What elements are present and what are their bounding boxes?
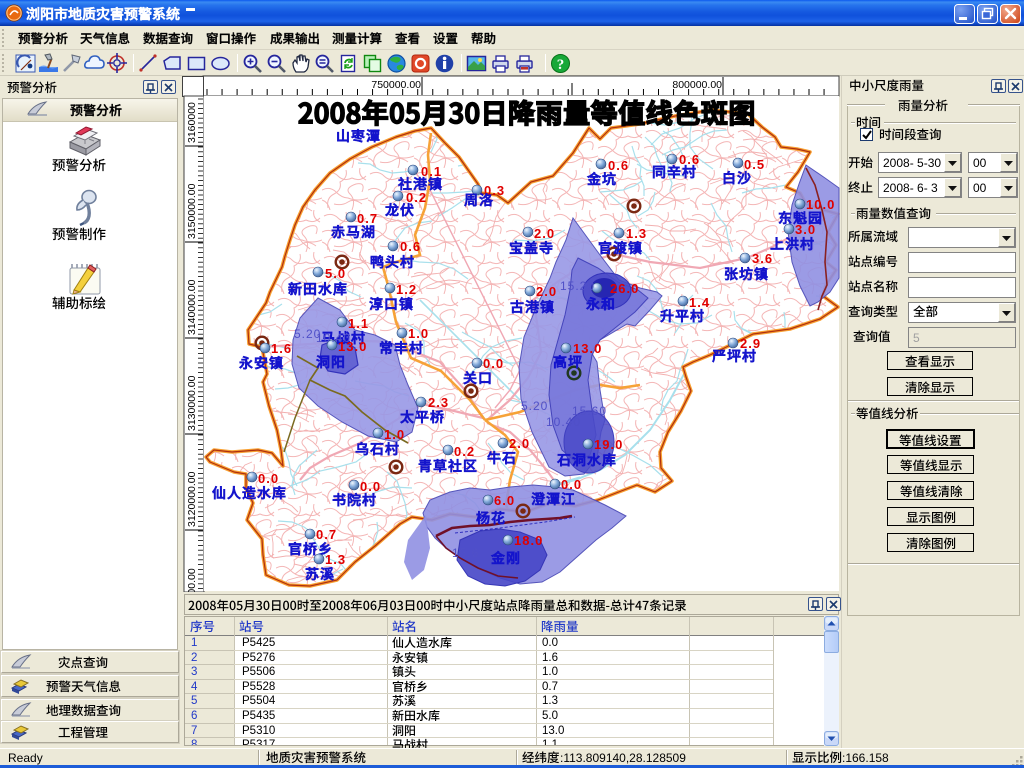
svg-text:2.3: 2.3	[428, 395, 449, 410]
svg-text:1.0: 1.0	[384, 427, 405, 442]
svg-text:6.0: 6.0	[494, 493, 515, 508]
svg-text:1.3: 1.3	[325, 552, 346, 567]
svg-text:18.0: 18.0	[514, 533, 543, 548]
svg-text:0.6: 0.6	[679, 152, 700, 167]
svg-text:10.0: 10.0	[806, 197, 835, 212]
svg-text:15.60: 15.60	[572, 404, 607, 418]
svg-text:15.20: 15.20	[560, 279, 595, 293]
svg-text:5.20: 5.20	[294, 327, 321, 341]
svg-text:3.0: 3.0	[795, 222, 816, 237]
svg-text:0.2: 0.2	[454, 444, 475, 459]
svg-text:800000.00: 800000.00	[672, 79, 722, 91]
svg-text:0.5: 0.5	[744, 157, 765, 172]
svg-text:10.40: 10.40	[546, 415, 581, 429]
svg-text:19.0: 19.0	[594, 437, 623, 452]
svg-text:15.6: 15.6	[452, 546, 479, 560]
svg-text:0.6: 0.6	[608, 158, 629, 173]
svg-text:3150000.00: 3150000.00	[186, 183, 198, 239]
svg-text:0.2: 0.2	[406, 190, 427, 205]
svg-text:0.3: 0.3	[484, 183, 505, 198]
svg-text:26.0: 26.0	[610, 281, 639, 296]
svg-text:0.6: 0.6	[400, 239, 421, 254]
svg-text:750000.00: 750000.00	[371, 79, 421, 91]
svg-text:1.2: 1.2	[396, 282, 417, 297]
svg-text:0.1: 0.1	[421, 164, 442, 179]
svg-text:?: ?	[557, 57, 565, 73]
svg-text:13.0: 13.0	[338, 339, 367, 354]
svg-text:0.7: 0.7	[316, 527, 337, 542]
svg-text:0.0: 0.0	[561, 477, 582, 492]
svg-text:0.0: 0.0	[258, 471, 279, 486]
svg-text:13.0: 13.0	[573, 341, 602, 356]
svg-text:3130000.00: 3130000.00	[186, 375, 198, 431]
svg-text:2.0: 2.0	[536, 284, 557, 299]
svg-text:0.7: 0.7	[357, 211, 378, 226]
svg-text:2.0: 2.0	[509, 436, 530, 451]
svg-text:1.6: 1.6	[271, 341, 292, 356]
svg-text:0.0: 0.0	[360, 479, 381, 494]
svg-text:3160000: 3160000	[186, 102, 198, 143]
svg-text:5.20: 5.20	[521, 399, 548, 413]
svg-text:1.3: 1.3	[626, 226, 647, 241]
svg-text:1.0: 1.0	[408, 326, 429, 341]
svg-text:2.9: 2.9	[740, 336, 761, 351]
svg-text:3.6: 3.6	[752, 251, 773, 266]
svg-text:10.40: 10.40	[316, 331, 351, 345]
svg-text:3140000.00: 3140000.00	[186, 279, 198, 335]
svg-text:1.4: 1.4	[689, 295, 710, 310]
svg-text:3120000.00: 3120000.00	[186, 471, 198, 527]
svg-text:5.0: 5.0	[325, 266, 346, 281]
svg-text:2.0: 2.0	[534, 226, 555, 241]
svg-text:1.1: 1.1	[348, 316, 369, 331]
svg-text:0.0: 0.0	[483, 356, 504, 371]
